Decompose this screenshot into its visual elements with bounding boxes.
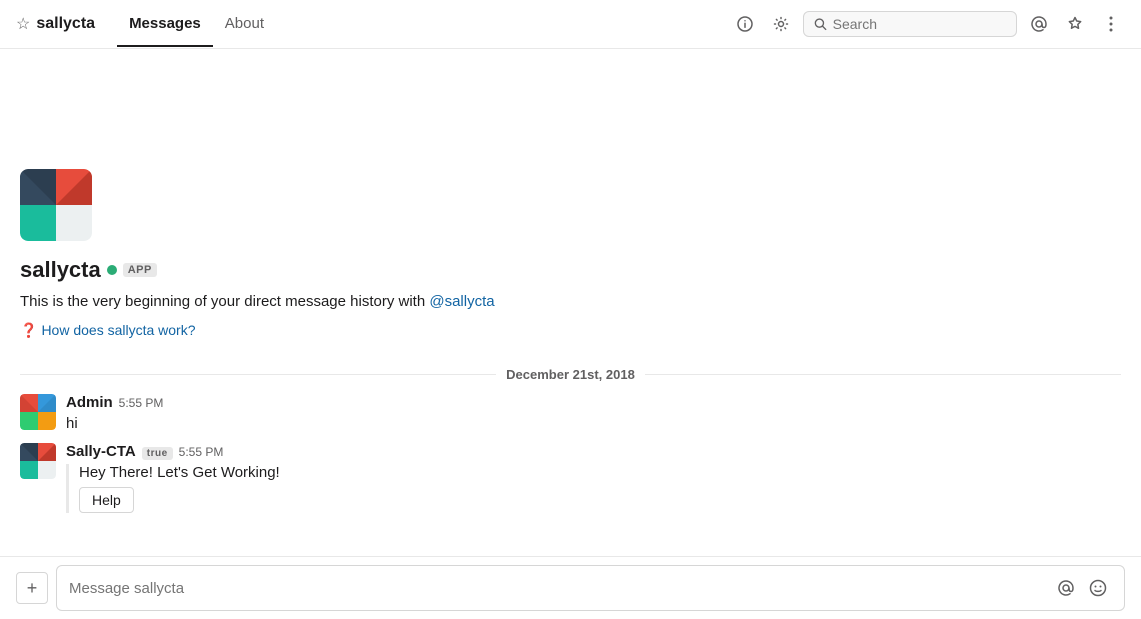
search-bar[interactable] (803, 11, 1017, 37)
table-row: Sally-CTA true 5:55 PM Hey There! Let's … (20, 439, 1121, 517)
sender-name[interactable]: Admin (66, 394, 113, 411)
main-content: sallycta APP This is the very beginning … (0, 49, 1141, 556)
input-actions (1052, 574, 1112, 602)
more-icon-button[interactable] (1097, 10, 1125, 38)
header-left: ☆ sallycta Messages About (16, 2, 731, 47)
message-time: 5:55 PM (179, 445, 224, 459)
app-badge: APP (123, 263, 157, 277)
info-icon-button[interactable] (731, 10, 759, 38)
message-attachment: Hey There! Let's Get Working! Help (66, 464, 1121, 513)
date-label: December 21st, 2018 (506, 367, 635, 382)
message-time: 5:55 PM (119, 396, 164, 410)
message-text: hi (66, 413, 1121, 436)
channel-intro: sallycta APP This is the very beginning … (0, 49, 1141, 359)
at-icon-button[interactable] (1025, 10, 1053, 38)
help-button[interactable]: Help (79, 487, 134, 513)
header-tabs: Messages About (117, 2, 276, 47)
intro-description: This is the very beginning of your direc… (20, 291, 1121, 314)
intro-avatar (20, 169, 92, 241)
message-content: Admin 5:55 PM hi (66, 394, 1121, 436)
add-attachment-button[interactable]: + (16, 572, 48, 604)
channel-title: sallycta (36, 15, 95, 33)
tab-messages[interactable]: Messages (117, 2, 213, 47)
favorites-icon-button[interactable] (1061, 10, 1089, 38)
settings-icon-button[interactable] (767, 10, 795, 38)
date-divider: December 21st, 2018 (0, 359, 1141, 390)
search-input[interactable] (833, 16, 1006, 32)
attachment-text: Hey There! Let's Get Working! (79, 464, 1121, 481)
sender-name[interactable]: Sally-CTA (66, 443, 136, 460)
avatar (20, 443, 56, 479)
app-badge: true (142, 447, 173, 460)
header: ☆ sallycta Messages About (0, 0, 1141, 49)
star-icon[interactable]: ☆ (16, 14, 30, 34)
message-header: Admin 5:55 PM (66, 394, 1121, 411)
question-icon: ❓ (20, 322, 37, 339)
emoji-button[interactable] (1084, 574, 1112, 602)
table-row: Admin 5:55 PM hi (20, 390, 1121, 440)
bot-avatar-large (20, 169, 92, 241)
message-header: Sally-CTA true 5:55 PM (66, 443, 1121, 460)
intro-name-row: sallycta APP (20, 257, 1121, 283)
message-content: Sally-CTA true 5:55 PM Hey There! Let's … (66, 443, 1121, 513)
avatar (20, 394, 56, 430)
admin-avatar (20, 394, 56, 430)
message-input-bar: + (0, 556, 1141, 619)
bot-mention-link[interactable]: @sallycta (429, 293, 494, 310)
at-mention-button[interactable] (1052, 574, 1080, 602)
online-status-dot (107, 265, 117, 275)
header-right (731, 10, 1125, 38)
search-icon (814, 17, 827, 31)
tab-about[interactable]: About (213, 2, 276, 47)
message-input[interactable] (69, 580, 1052, 597)
bot-name: sallycta (20, 257, 101, 283)
messages-list: Admin 5:55 PM hi (0, 390, 1141, 526)
message-input-wrapper[interactable] (56, 565, 1125, 611)
sallycta-avatar-small (20, 443, 56, 479)
how-does-it-work-link[interactable]: ❓ How does sallycta work? (20, 322, 1121, 339)
